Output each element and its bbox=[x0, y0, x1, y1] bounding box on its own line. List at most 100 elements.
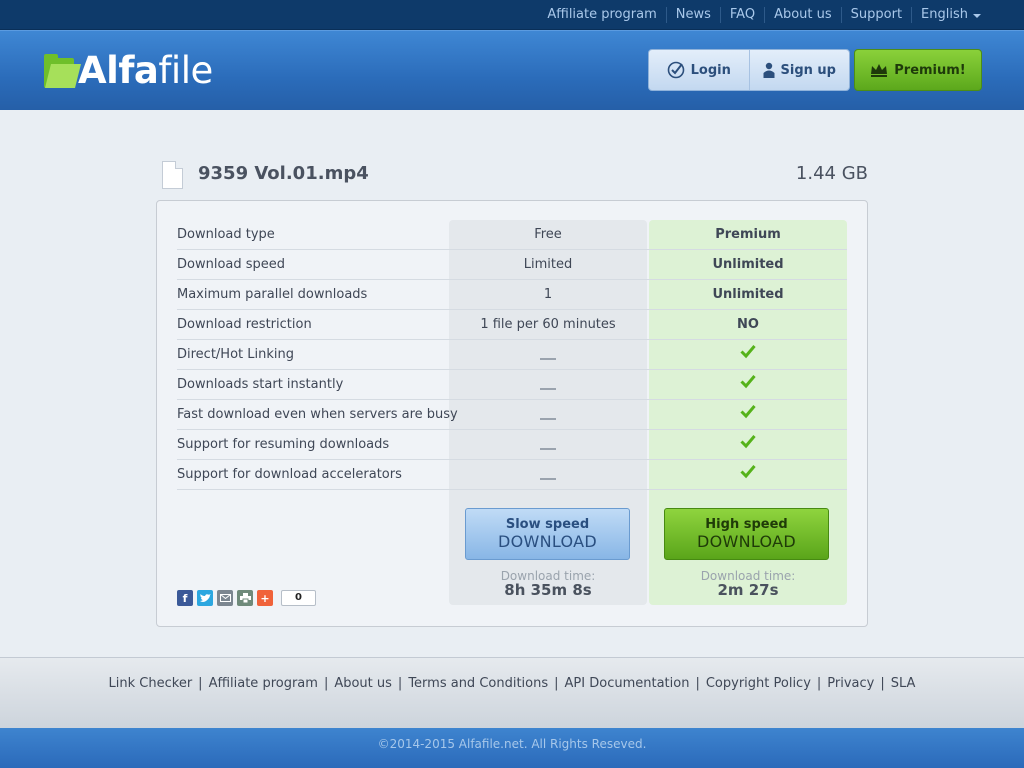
chevron-down-icon bbox=[973, 14, 981, 18]
logo-text: Alfafile bbox=[78, 49, 213, 92]
checkmark-icon bbox=[740, 375, 756, 389]
checkmark-icon bbox=[740, 405, 756, 419]
premium-value: Premium bbox=[715, 227, 781, 242]
top-nav-links: Affiliate program News FAQ About us Supp… bbox=[538, 0, 1024, 30]
share-bar: f + 0 bbox=[177, 590, 316, 606]
auth-button-group: Login Sign up bbox=[648, 49, 850, 91]
premium-button[interactable]: Premium! bbox=[854, 49, 982, 91]
copyright-bar: ©2014-2015 Alfafile.net. All Rights Rese… bbox=[0, 728, 1024, 768]
fast-download-line2: DOWNLOAD bbox=[696, 532, 797, 551]
row-label: Download restriction bbox=[177, 317, 312, 332]
fast-download-time: Download time: 2m 27s bbox=[649, 569, 847, 599]
nav-news[interactable]: News bbox=[665, 7, 720, 23]
footer-link-sla[interactable]: SLA bbox=[891, 676, 916, 691]
file-size: 1.44 GB bbox=[795, 163, 868, 184]
slow-download-button[interactable]: Slow speed DOWNLOAD bbox=[465, 508, 630, 560]
row-label: Support for resuming downloads bbox=[177, 437, 390, 452]
premium-available bbox=[649, 343, 847, 363]
fast-download-time-value: 2m 27s bbox=[717, 581, 779, 599]
share-count: 0 bbox=[281, 590, 316, 606]
row-label: Download type bbox=[177, 227, 275, 242]
user-icon bbox=[763, 62, 775, 78]
fast-download-button[interactable]: High speed DOWNLOAD bbox=[664, 508, 829, 560]
dash-icon bbox=[540, 477, 556, 480]
email-icon[interactable] bbox=[217, 590, 233, 606]
dash-icon bbox=[540, 447, 556, 450]
file-icon bbox=[162, 161, 183, 189]
copyright-text: ©2014-2015 Alfafile.net. All Rights Rese… bbox=[377, 737, 647, 751]
footer-link-privacy[interactable]: Privacy bbox=[827, 676, 874, 691]
row-hot-linking: Direct/Hot Linking bbox=[177, 340, 847, 370]
facebook-icon[interactable]: f bbox=[177, 590, 193, 606]
print-icon[interactable] bbox=[237, 590, 253, 606]
premium-value: Unlimited bbox=[712, 257, 784, 272]
login-button[interactable]: Login bbox=[649, 50, 749, 90]
slow-download-line2: DOWNLOAD bbox=[497, 532, 598, 551]
dash-icon bbox=[540, 387, 556, 390]
fast-download-line1: High speed bbox=[705, 517, 788, 532]
site-header: Alfafile Login Sign up Premium! bbox=[0, 30, 1024, 110]
site-logo[interactable]: Alfafile bbox=[44, 51, 213, 91]
twitter-icon[interactable] bbox=[197, 590, 213, 606]
row-instant-start: Downloads start instantly bbox=[177, 370, 847, 400]
nav-support[interactable]: Support bbox=[840, 7, 911, 23]
download-comparison-panel: Download type Free Premium Download speed Li… bbox=[156, 200, 868, 627]
checkmark-icon bbox=[740, 345, 756, 359]
row-label: Direct/Hot Linking bbox=[177, 347, 294, 362]
free-value: 1 file per 60 minutes bbox=[480, 317, 616, 332]
top-navigation: Affiliate program News FAQ About us Supp… bbox=[0, 0, 1024, 30]
free-value: 1 bbox=[543, 287, 553, 302]
slow-download-time-value: 8h 35m 8s bbox=[504, 581, 592, 599]
footer-link-about-us[interactable]: About us bbox=[334, 676, 392, 691]
row-label: Maximum parallel downloads bbox=[177, 287, 368, 302]
row-label: Fast download even when servers are busy bbox=[177, 407, 458, 422]
footer-separator: | bbox=[198, 676, 203, 691]
row-label: Support for download accelerators bbox=[177, 467, 402, 482]
free-unavailable bbox=[449, 437, 647, 452]
footer-link-link-checker[interactable]: Link Checker bbox=[109, 676, 193, 691]
slow-download-time: Download time: 8h 35m 8s bbox=[449, 569, 647, 599]
signup-label: Sign up bbox=[780, 62, 836, 78]
row-download-restriction: Download restriction 1 file per 60 minute… bbox=[177, 310, 847, 340]
row-parallel-downloads: Maximum parallel downloads 1 Unlimited bbox=[177, 280, 847, 310]
premium-value: NO bbox=[737, 317, 759, 332]
login-label: Login bbox=[690, 62, 731, 78]
footer-link-affiliate-program[interactable]: Affiliate program bbox=[209, 676, 318, 691]
checkmark-icon bbox=[740, 435, 756, 449]
premium-available bbox=[649, 403, 847, 423]
addthis-icon[interactable]: + bbox=[257, 590, 273, 606]
signup-button[interactable]: Sign up bbox=[748, 50, 850, 90]
nav-faq[interactable]: FAQ bbox=[719, 7, 764, 23]
free-unavailable bbox=[449, 347, 647, 362]
footer-separator: | bbox=[323, 676, 329, 691]
nav-about-us[interactable]: About us bbox=[764, 7, 841, 23]
dash-icon bbox=[540, 417, 556, 420]
premium-label: Premium! bbox=[894, 62, 966, 78]
free-unavailable bbox=[449, 467, 647, 482]
checkmark-icon bbox=[740, 465, 756, 479]
slow-download-line1: Slow speed bbox=[505, 517, 590, 532]
row-accelerator-support: Support for download accelerators bbox=[177, 460, 847, 490]
free-value: Limited bbox=[523, 257, 573, 272]
row-resume-support: Support for resuming downloads bbox=[177, 430, 847, 460]
free-unavailable bbox=[449, 377, 647, 392]
footer: Link Checker | Affiliate program | About us |… bbox=[0, 657, 1024, 728]
footer-link-api-documentation[interactable]: API Documentation bbox=[565, 676, 690, 691]
language-label: English bbox=[921, 7, 968, 22]
nav-affiliate-program[interactable]: Affiliate program bbox=[538, 7, 665, 23]
premium-available bbox=[649, 433, 847, 453]
footer-separator: | bbox=[880, 676, 885, 691]
free-unavailable bbox=[449, 407, 647, 422]
language-selector[interactable]: English bbox=[911, 7, 1024, 23]
footer-link-copyright-policy[interactable]: Copyright Policy bbox=[706, 676, 811, 691]
footer-separator: | bbox=[816, 676, 822, 691]
row-label: Downloads start instantly bbox=[177, 377, 344, 392]
premium-available bbox=[649, 373, 847, 393]
footer-link-terms-and-conditions[interactable]: Terms and Conditions bbox=[408, 676, 548, 691]
row-download-speed: Download speed Limited Unlimited bbox=[177, 250, 847, 280]
row-fast-when-busy: Fast download even when servers are busy bbox=[177, 400, 847, 430]
row-download-type: Download type Free Premium bbox=[177, 220, 847, 250]
file-name: 9359 Vol.01.mp4 bbox=[198, 163, 369, 184]
footer-links: Link Checker | Affiliate program | About us |… bbox=[0, 676, 1024, 691]
footer-separator: | bbox=[695, 676, 700, 691]
